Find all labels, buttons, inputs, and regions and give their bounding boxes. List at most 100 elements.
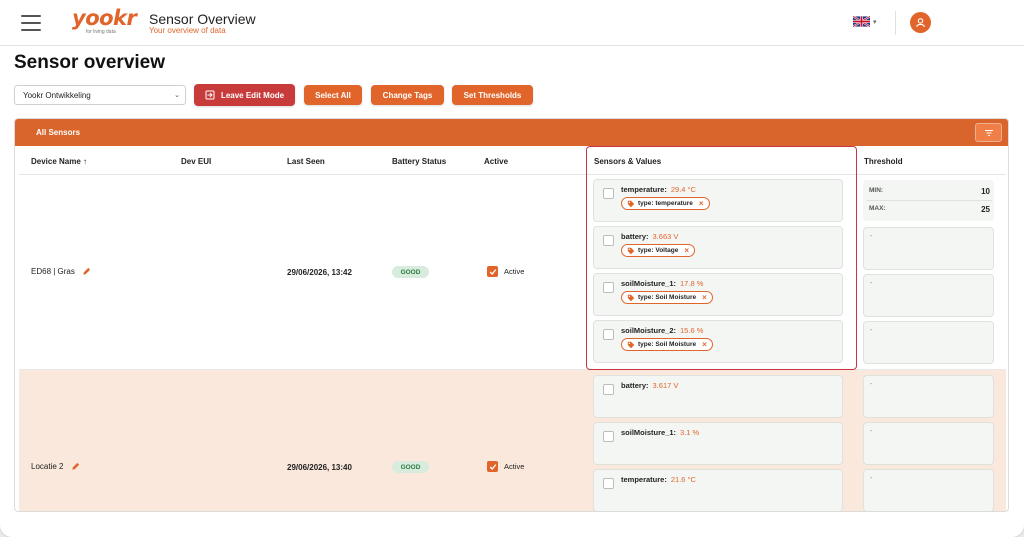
tab-all-sensors[interactable]: All Sensors xyxy=(36,128,80,137)
sensor-card: soilMoisture_1: 17.8 % type: Soil Moistur… xyxy=(593,273,843,316)
leave-edit-mode-button[interactable]: Leave Edit Mode xyxy=(194,84,295,106)
exit-icon xyxy=(205,90,215,100)
column-active[interactable]: Active xyxy=(484,157,508,166)
sensor-tag-label: type: Soil Moisture xyxy=(638,341,697,348)
edit-pencil-icon[interactable] xyxy=(71,462,80,471)
organization-select[interactable]: Yookr Ontwikkeling ⌄ xyxy=(14,85,186,105)
threshold-empty: - xyxy=(870,428,873,435)
sensor-value: 3.663 V xyxy=(652,232,679,241)
header-divider xyxy=(895,11,896,35)
column-device-name[interactable]: Device Name ↑ xyxy=(31,157,87,166)
sensor-checkbox[interactable] xyxy=(603,188,614,199)
threshold-empty: - xyxy=(870,381,873,388)
battery-status-badge: GOOD xyxy=(392,266,429,278)
edit-pencil-icon[interactable] xyxy=(82,267,91,276)
threshold-divider xyxy=(867,200,992,201)
sensor-name: temperature: 21.6 °C xyxy=(621,475,696,484)
sensor-value: 21.6 °C xyxy=(670,475,696,484)
sensor-value: 29.4 °C xyxy=(670,185,696,194)
threshold-empty: - xyxy=(870,233,873,240)
column-battery-status[interactable]: Battery Status xyxy=(392,157,446,166)
active-checkbox[interactable] xyxy=(487,266,498,277)
threshold-max: MAX: 25 xyxy=(869,205,990,214)
device-name-cell: Locatie 2 xyxy=(31,462,80,471)
sensor-checkbox[interactable] xyxy=(603,431,614,442)
active-checkbox[interactable] xyxy=(487,461,498,472)
sensor-checkbox[interactable] xyxy=(603,384,614,395)
threshold-card[interactable]: - xyxy=(863,375,994,418)
threshold-card[interactable]: MIN: 10 MAX: 25 xyxy=(863,180,994,221)
sensor-name: battery: 3.663 V xyxy=(621,232,679,241)
threshold-min-value: 10 xyxy=(981,187,990,196)
threshold-card[interactable]: - xyxy=(863,227,994,270)
active-toggle[interactable]: Active xyxy=(487,461,524,472)
sensor-name: soilMoisture_1: 3.1 % xyxy=(621,428,700,437)
threshold-empty: - xyxy=(870,475,873,482)
sensor-card: battery: 3.617 V xyxy=(593,375,843,418)
sensor-checkbox[interactable] xyxy=(603,478,614,489)
change-tags-label: Change Tags xyxy=(382,90,433,100)
menu-icon[interactable] xyxy=(21,15,41,31)
device-name: Locatie 2 xyxy=(31,462,64,471)
threshold-card[interactable]: - xyxy=(863,422,994,465)
select-all-label: Select All xyxy=(315,90,351,100)
language-selector[interactable]: ▾ xyxy=(853,16,877,27)
column-threshold[interactable]: Threshold xyxy=(864,157,903,166)
app-subtitle: Your overview of data xyxy=(149,26,226,35)
user-icon xyxy=(916,18,925,28)
filter-icon xyxy=(984,129,993,136)
tag-icon xyxy=(627,294,635,301)
logo[interactable]: yookr for living data xyxy=(72,6,137,35)
column-sensors-values[interactable]: Sensors & Values xyxy=(594,157,661,166)
select-all-button[interactable]: Select All xyxy=(304,85,362,105)
remove-tag-icon[interactable]: × xyxy=(699,199,704,208)
sensor-tag-label: type: Voltage xyxy=(638,247,679,254)
sensor-value: 3.617 V xyxy=(652,381,679,390)
leave-edit-mode-label: Leave Edit Mode xyxy=(220,90,285,100)
chevron-down-icon: ⌄ xyxy=(174,92,180,99)
last-seen: 29/06/2026, 13:40 xyxy=(287,463,352,472)
threshold-card[interactable]: - xyxy=(863,469,994,511)
change-tags-button[interactable]: Change Tags xyxy=(371,85,444,105)
remove-tag-icon[interactable]: × xyxy=(702,293,707,302)
column-last-seen[interactable]: Last Seen xyxy=(287,157,325,166)
remove-tag-icon[interactable]: × xyxy=(702,340,707,349)
sensor-tag-label: type: Soil Moisture xyxy=(638,294,697,301)
sensor-checkbox[interactable] xyxy=(603,329,614,340)
last-seen: 29/06/2026, 13:42 xyxy=(287,268,352,277)
sensor-tag: type: temperature × xyxy=(621,197,710,210)
sensor-card: battery: 3.663 V type: Voltage × xyxy=(593,226,843,269)
table-header-bar: All Sensors xyxy=(15,119,1008,146)
app-window: yookr for living data Sensor Overview Yo… xyxy=(0,0,1024,537)
user-avatar[interactable] xyxy=(910,12,931,33)
uk-flag-icon xyxy=(853,16,870,27)
sensor-tag: type: Soil Moisture × xyxy=(621,291,713,304)
sensor-value: 15.6 % xyxy=(680,326,704,335)
column-dev-eui[interactable]: Dev EUI xyxy=(181,157,211,166)
threshold-card[interactable]: - xyxy=(863,274,994,317)
sensor-card: soilMoisture_2: 15.6 % type: Soil Moistur… xyxy=(593,320,843,363)
app-title: Sensor Overview xyxy=(149,11,256,27)
sensor-card: temperature: 29.4 °C type: temperature × xyxy=(593,179,843,222)
logo-word: yookr xyxy=(72,6,137,30)
device-name-cell: ED68 | Gras xyxy=(31,267,91,276)
set-thresholds-button[interactable]: Set Thresholds xyxy=(452,85,533,105)
logo-tagline: for living data xyxy=(86,29,116,35)
battery-status-badge: GOOD xyxy=(392,461,429,473)
check-icon xyxy=(489,268,496,275)
sensor-tag-label: type: temperature xyxy=(638,200,693,207)
tag-icon xyxy=(627,247,635,254)
active-toggle[interactable]: Active xyxy=(487,266,524,277)
table-row: Locatie 2 29/06/2026, 13:40 GOOD Active … xyxy=(19,370,1006,511)
threshold-card[interactable]: - xyxy=(863,321,994,364)
remove-tag-icon[interactable]: × xyxy=(684,246,689,255)
filter-button[interactable] xyxy=(975,123,1002,142)
threshold-empty: - xyxy=(870,280,873,287)
page-title: Sensor overview xyxy=(14,52,166,73)
sensor-tag: type: Soil Moisture × xyxy=(621,338,713,351)
sensor-checkbox[interactable] xyxy=(603,282,614,293)
sensor-checkbox[interactable] xyxy=(603,235,614,246)
header-divider-line xyxy=(19,174,1006,175)
tag-icon xyxy=(627,200,635,207)
threshold-max-value: 25 xyxy=(981,205,990,214)
